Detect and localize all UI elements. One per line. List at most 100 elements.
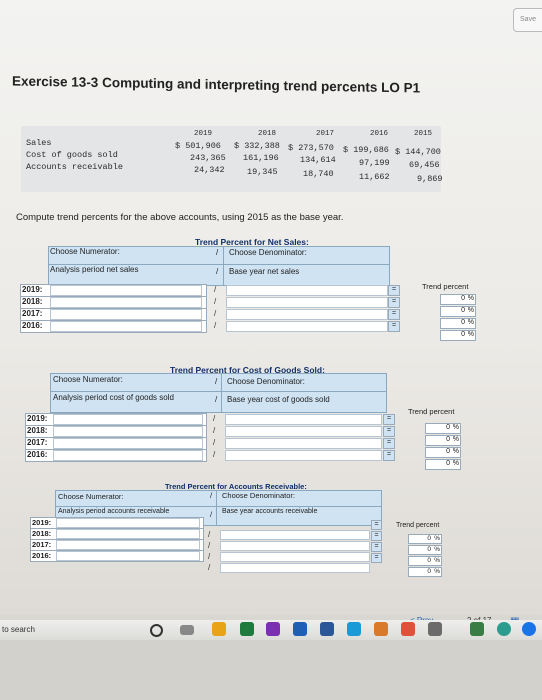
row-label-cogs: Cost of goods sold (26, 150, 118, 160)
numerator-input[interactable] (56, 518, 200, 528)
denominator-input[interactable] (225, 450, 382, 461)
data-cell: $ 144,700 (395, 147, 441, 157)
slash: / (208, 530, 211, 539)
numerator-input[interactable] (53, 426, 203, 437)
equals-sign: = (371, 542, 382, 552)
year-label: 2016: (22, 321, 43, 330)
data-cell: $ 199,686 (343, 145, 389, 155)
year-label: 2018: (22, 297, 43, 306)
denominator-header: Choose Denominator: (229, 248, 307, 257)
app-icon[interactable] (293, 622, 307, 636)
app-icon[interactable] (401, 622, 415, 636)
denominator-input[interactable] (225, 438, 382, 449)
trend-table-net-sales: Trend Percent for Net Sales: Choose Nume… (20, 232, 480, 372)
numerator-input[interactable] (56, 540, 200, 550)
denominator-input[interactable] (220, 563, 370, 573)
trend-result: 0% (440, 306, 476, 317)
numerator-select[interactable]: Analysis period net sales (50, 265, 139, 274)
denominator-input[interactable] (226, 285, 388, 296)
data-cell: 18,740 (303, 169, 334, 179)
denominator-select[interactable]: Base year accounts receivable (222, 508, 317, 515)
denominator-input[interactable] (220, 552, 370, 562)
trend-result: 0% (440, 318, 476, 329)
equals-sign: = (371, 531, 382, 541)
result-value: 0 (446, 460, 450, 467)
denominator-select[interactable]: Base year cost of goods sold (227, 395, 330, 404)
column-divider (221, 373, 222, 413)
numerator-select[interactable]: Analysis period accounts receivable (58, 508, 169, 515)
app-icon[interactable] (374, 622, 388, 636)
save-button[interactable]: Save (513, 8, 542, 32)
column-divider (223, 246, 224, 286)
denominator-input[interactable] (220, 541, 370, 551)
cortana-icon[interactable] (150, 624, 163, 637)
year-header: 2017 (316, 130, 335, 138)
denominator-input[interactable] (226, 297, 388, 308)
result-value: 0 (427, 557, 431, 564)
data-cell: 11,662 (359, 172, 390, 182)
header-divider (55, 506, 382, 507)
app-icon[interactable] (470, 622, 484, 636)
app-icon[interactable] (428, 622, 442, 636)
result-value: 0 (461, 307, 465, 314)
result-value: 0 (427, 535, 431, 542)
denominator-input[interactable] (226, 321, 388, 332)
trend-percent-header: Trend percent (396, 522, 440, 529)
slash: / (214, 285, 217, 294)
numerator-input[interactable] (53, 414, 203, 425)
numerator-input[interactable] (50, 321, 202, 332)
year-label: 2017: (27, 438, 48, 447)
app-icon[interactable] (266, 622, 280, 636)
year-label: 2017: (32, 540, 52, 549)
slash: / (213, 438, 216, 447)
chrome-icon[interactable] (497, 622, 511, 636)
percent-sign: % (434, 546, 440, 553)
slash: / (215, 395, 218, 404)
denominator-header: Choose Denominator: (222, 491, 295, 500)
equals-sign: = (371, 553, 382, 563)
equals-sign: = (388, 321, 400, 332)
data-cell: 69,456 (409, 160, 440, 170)
slash: / (213, 426, 216, 435)
numerator-input[interactable] (50, 309, 202, 320)
trend-result: 0% (408, 545, 442, 555)
trend-result: 0% (440, 330, 476, 341)
numerator-select[interactable]: Analysis period cost of goods sold (53, 393, 174, 402)
equals-sign: = (388, 297, 400, 308)
denominator-input[interactable] (220, 530, 370, 540)
slash: / (214, 321, 217, 330)
numerator-input[interactable] (50, 297, 202, 308)
exercise-title: Exercise 13-3 Computing and interpreting… (12, 73, 421, 96)
task-view-icon[interactable] (180, 625, 194, 635)
percent-sign: % (467, 331, 474, 338)
percent-sign: % (452, 424, 459, 431)
trend-table-cogs: Trend Percent for Cost of Goods Sold: Ch… (25, 363, 475, 483)
numerator-input[interactable] (53, 438, 203, 449)
year-header: 2016 (370, 130, 389, 138)
app-icon[interactable] (320, 622, 334, 636)
denominator-input[interactable] (225, 426, 382, 437)
slash: / (213, 450, 216, 459)
numerator-input[interactable] (56, 551, 200, 561)
slash: / (214, 309, 217, 318)
numerator-input[interactable] (56, 529, 200, 539)
denominator-input[interactable] (226, 309, 388, 320)
numerator-input[interactable] (53, 450, 203, 461)
numerator-input[interactable] (50, 285, 202, 296)
browser-page: Save Exercise 13-3 Computing and interpr… (0, 0, 542, 615)
equals-sign: = (383, 426, 395, 437)
percent-sign: % (434, 535, 440, 542)
denominator-input[interactable] (225, 414, 382, 425)
denominator-select[interactable]: Base year net sales (229, 267, 299, 276)
slash: / (216, 248, 219, 257)
app-icon[interactable] (212, 622, 226, 636)
app-icon[interactable] (522, 622, 536, 636)
year-header: 2019 (194, 130, 213, 138)
percent-sign: % (467, 319, 474, 326)
desk-surface (0, 640, 542, 700)
taskbar-search[interactable]: to search (2, 625, 35, 634)
app-icon[interactable] (240, 622, 254, 636)
edge-icon[interactable] (347, 622, 361, 636)
column-divider (216, 490, 217, 526)
slash: / (215, 377, 218, 386)
